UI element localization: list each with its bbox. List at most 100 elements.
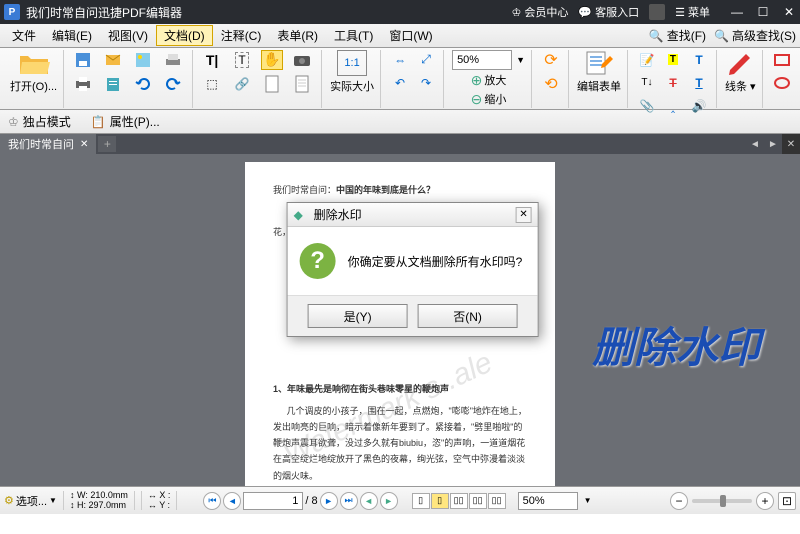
zoom-in-btn[interactable]: +: [756, 492, 774, 510]
caret-icon[interactable]: ‸: [662, 96, 684, 116]
remove-watermark-dialog: ◆ 删除水印 ✕ ? 你确定要从文档删除所有水印吗? 是(Y) 否(N): [287, 202, 539, 337]
dialog-icon: ◆: [294, 208, 308, 222]
service-link[interactable]: 💬 客服入口: [578, 4, 639, 20]
text-box-icon[interactable]: T: [231, 50, 253, 70]
line-icon[interactable]: [797, 50, 800, 70]
next-page-button[interactable]: ►: [320, 492, 338, 510]
prev-page-button[interactable]: ◄: [223, 492, 241, 510]
first-page-button[interactable]: ⏮: [203, 492, 221, 510]
adv-search-button[interactable]: 🔍 高级查找(S): [714, 27, 796, 44]
view-continuous-button[interactable]: ▯: [431, 493, 449, 509]
nav-back-button[interactable]: ◄: [360, 492, 378, 510]
tab-close-all[interactable]: ✕: [782, 134, 800, 154]
attachment-icon[interactable]: 📎: [636, 96, 658, 116]
zoom-out-button[interactable]: ⊖缩小: [471, 91, 507, 108]
zoom-fit-btn[interactable]: ⊡: [778, 492, 796, 510]
redo-icon[interactable]: [162, 74, 184, 94]
tab-close-icon[interactable]: ✕: [80, 139, 88, 150]
polygon-icon[interactable]: [797, 73, 800, 93]
tab-scroll-left[interactable]: ◄: [746, 134, 764, 154]
menu-button[interactable]: ☰ 菜单: [675, 4, 710, 20]
pencil-icon: [726, 50, 754, 76]
menu-file[interactable]: 文件: [4, 25, 44, 46]
rect-icon[interactable]: [771, 50, 793, 70]
zoom-input[interactable]: [452, 50, 512, 70]
edit-form-icon: [584, 50, 614, 76]
avatar[interactable]: [649, 4, 665, 20]
open-button[interactable]: 打开(O)...: [10, 50, 57, 94]
app-icon: P: [4, 4, 20, 20]
undo-icon[interactable]: [132, 74, 154, 94]
zoom-in-button[interactable]: ⊕放大: [471, 72, 507, 89]
view-facing-button[interactable]: ▯▯: [450, 493, 468, 509]
menu-window[interactable]: 窗口(W): [381, 25, 440, 46]
ribbon-toolbar: 打开(O)... T| T ✋ ⬚ 🔗 1:1 实际大小: [0, 48, 800, 110]
page-icon[interactable]: [291, 74, 313, 94]
sound-icon[interactable]: 🔊: [688, 96, 710, 116]
select-icon[interactable]: ⬚: [201, 74, 223, 94]
dialog-no-button[interactable]: 否(N): [418, 304, 518, 328]
dialog-titlebar[interactable]: ◆ 删除水印 ✕: [288, 203, 538, 227]
underline-icon[interactable]: T: [688, 73, 710, 93]
member-center-link[interactable]: ♔ 会员中心: [512, 4, 569, 20]
menu-document[interactable]: 文档(D): [156, 25, 213, 46]
reload-icon[interactable]: ⟳: [540, 50, 562, 70]
view-book-button[interactable]: ▯▯: [488, 493, 506, 509]
lines-button[interactable]: 线条 ▾: [725, 50, 756, 94]
properties-icon: 📋: [91, 115, 106, 129]
doc-icon[interactable]: [261, 74, 283, 94]
tab-add-button[interactable]: +: [98, 136, 116, 152]
link-icon[interactable]: 🔗: [231, 74, 253, 94]
actual-size-button[interactable]: 1:1 实际大小: [330, 50, 374, 94]
text-tool-icon[interactable]: T|: [201, 50, 223, 70]
menu-edit[interactable]: 编辑(E): [44, 25, 100, 46]
dialog-close-button[interactable]: ✕: [516, 207, 532, 223]
overlay-caption: 删除水印: [592, 314, 760, 375]
document-tab[interactable]: 我们时常自问 ✕: [0, 134, 96, 154]
fit-page-icon[interactable]: ⤢: [415, 50, 437, 70]
page-number-input[interactable]: [243, 492, 303, 510]
print-icon[interactable]: [72, 74, 94, 94]
menu-view[interactable]: 视图(V): [100, 25, 156, 46]
document-workspace: 我们时常自问：中国的年味到底是什么？ 在许多人心中，还留在儿时记忆里，贴对联，贴…: [0, 154, 800, 486]
tab-scroll-right[interactable]: ►: [764, 134, 782, 154]
edit-form-button[interactable]: 编辑表单: [577, 50, 621, 94]
options-button[interactable]: ⚙ 选项... ▼: [4, 493, 57, 509]
zoom-dropdown-icon[interactable]: ▼: [516, 55, 525, 65]
nav-fwd-button[interactable]: ►: [380, 492, 398, 510]
status-zoom-input[interactable]: [518, 492, 578, 510]
scan-icon[interactable]: [162, 50, 184, 70]
zoom-dropdown[interactable]: ▼: [584, 496, 592, 505]
search-button[interactable]: 🔍 查找(F): [649, 27, 706, 44]
menu-form[interactable]: 表单(R): [269, 25, 326, 46]
exclusive-mode-button[interactable]: ♔ 独占模式: [8, 113, 71, 130]
text-edit-icon[interactable]: T↓: [636, 73, 658, 93]
email-icon[interactable]: [102, 50, 124, 70]
reload-alt-icon[interactable]: ⟲: [540, 74, 562, 94]
strikethrough-icon[interactable]: T: [662, 73, 684, 93]
close-button[interactable]: ✕: [782, 5, 796, 19]
minimize-button[interactable]: —: [730, 5, 744, 19]
properties-button[interactable]: 📋 属性(P)...: [91, 113, 160, 130]
clipboard-icon[interactable]: [102, 74, 124, 94]
zoom-slider[interactable]: [692, 499, 752, 503]
view-single-button[interactable]: ▯: [412, 493, 430, 509]
text-color-icon[interactable]: T: [688, 50, 710, 70]
note-icon[interactable]: 📝: [636, 50, 658, 70]
image-icon[interactable]: [132, 50, 154, 70]
save-icon[interactable]: [72, 50, 94, 70]
ellipse-icon[interactable]: [771, 73, 793, 93]
fit-width-icon[interactable]: ⇔: [389, 50, 411, 70]
highlight-icon[interactable]: T: [662, 50, 684, 70]
view-facing-cont-button[interactable]: ▯▯: [469, 493, 487, 509]
menu-comment[interactable]: 注释(C): [213, 25, 270, 46]
menu-tool[interactable]: 工具(T): [326, 25, 381, 46]
camera-icon[interactable]: [291, 50, 313, 70]
maximize-button[interactable]: ☐: [756, 5, 770, 19]
dialog-yes-button[interactable]: 是(Y): [308, 304, 408, 328]
zoom-out-btn[interactable]: −: [670, 492, 688, 510]
last-page-button[interactable]: ⏭: [340, 492, 358, 510]
rotate-right-icon[interactable]: ↷: [415, 73, 437, 93]
hand-icon[interactable]: ✋: [261, 50, 283, 70]
rotate-left-icon[interactable]: ↶: [389, 73, 411, 93]
